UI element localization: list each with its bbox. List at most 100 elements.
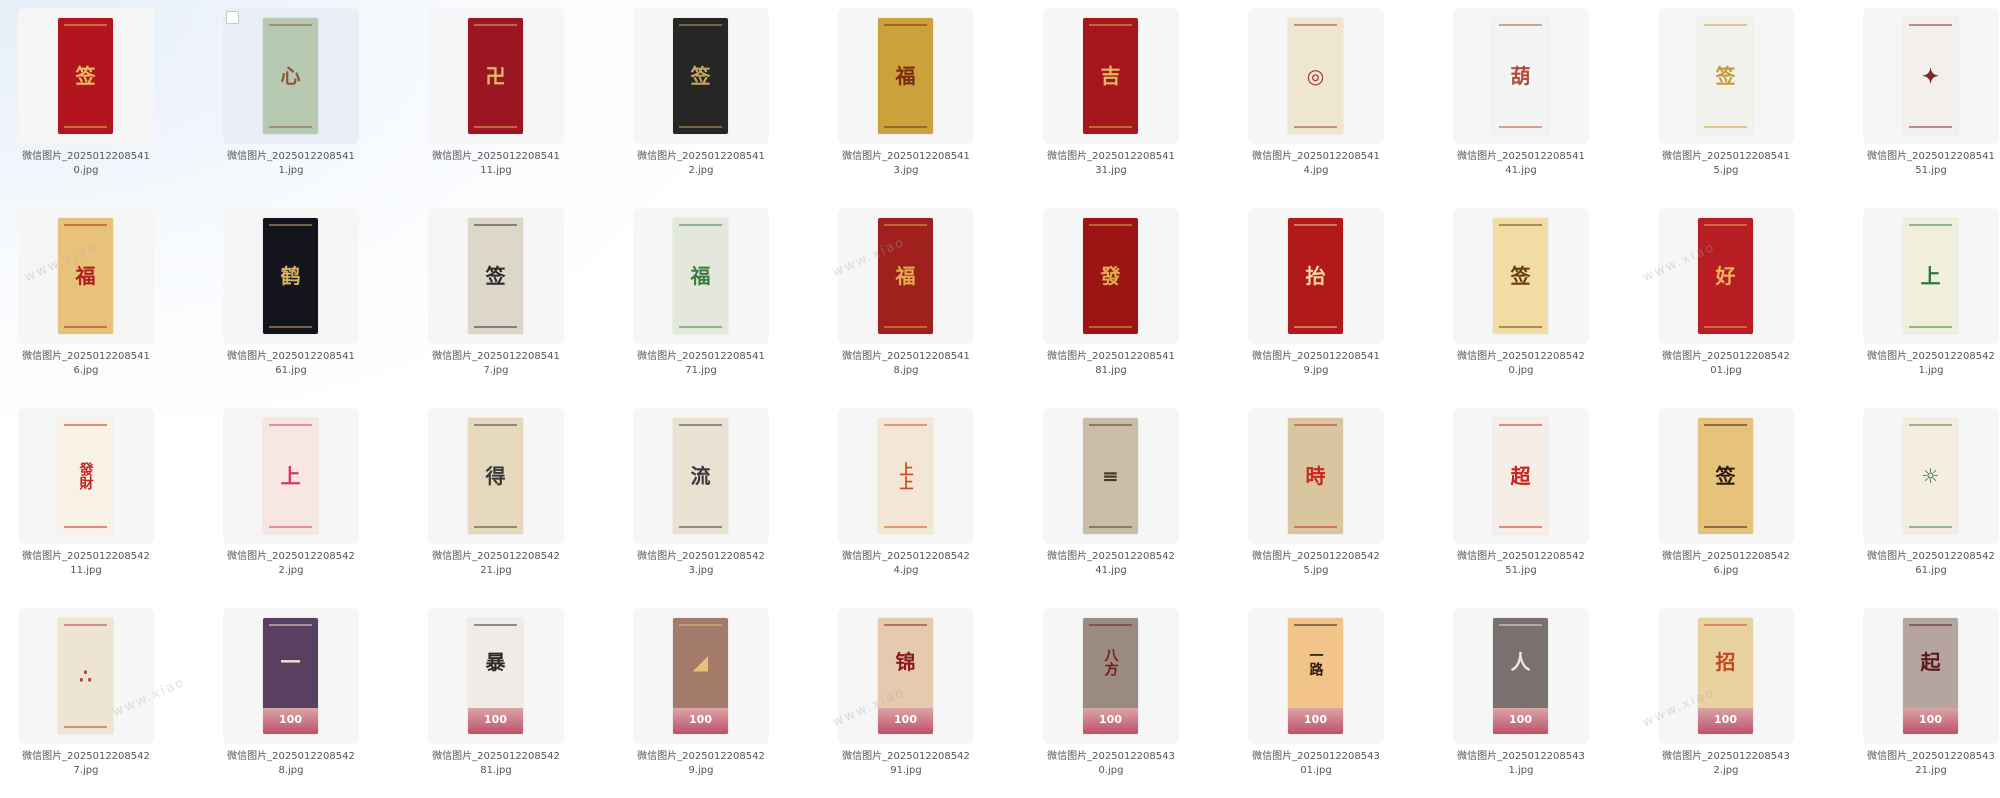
thumbnail-frame[interactable]: ≡ — [1043, 408, 1179, 544]
image-thumbnail[interactable]: 發 — [1083, 218, 1138, 334]
file-item[interactable]: 吉微信图片_202501220854131.jpg — [1043, 8, 1179, 198]
thumbnail-frame[interactable]: 签 — [428, 208, 564, 344]
select-checkbox[interactable] — [226, 11, 239, 24]
file-item[interactable]: 一 100 微信图片_20250122085428.jpg — [223, 608, 359, 798]
image-thumbnail[interactable]: 心 — [263, 18, 318, 134]
image-thumbnail[interactable]: 起 100 — [1903, 618, 1958, 734]
file-item[interactable]: ∴ 微信图片_20250122085427.jpg — [18, 608, 154, 798]
file-item[interactable]: 心微信图片_20250122085411.jpg — [223, 8, 359, 198]
thumbnail-frame[interactable]: 發 — [1043, 208, 1179, 344]
thumbnail-frame[interactable]: ∴ — [18, 608, 154, 744]
file-item[interactable]: 福微信图片_202501220854171.jpg — [633, 208, 769, 398]
file-item[interactable]: 時微信图片_20250122085425.jpg — [1248, 408, 1384, 598]
image-thumbnail[interactable]: 時 — [1288, 418, 1343, 534]
file-item[interactable]: 起 100 微信图片_202501220854321.jpg — [1863, 608, 1999, 798]
file-item[interactable]: 签微信图片_20250122085417.jpg — [428, 208, 564, 398]
file-item[interactable]: 好微信图片_202501220854201.jpg — [1658, 208, 1794, 398]
image-thumbnail[interactable]: 签 — [673, 18, 728, 134]
thumbnail-frame[interactable]: 得 — [428, 408, 564, 544]
thumbnail-frame[interactable]: 签 — [1453, 208, 1589, 344]
file-item[interactable]: 福微信图片_20250122085418.jpg — [838, 208, 974, 398]
file-item[interactable]: 人 100 微信图片_20250122085431.jpg — [1453, 608, 1589, 798]
image-thumbnail[interactable]: 得 — [468, 418, 523, 534]
image-thumbnail[interactable]: 签 — [1493, 218, 1548, 334]
thumbnail-frame[interactable]: 起 100 — [1863, 608, 1999, 744]
image-thumbnail[interactable]: 暴 100 — [468, 618, 523, 734]
thumbnail-frame[interactable]: 超 — [1453, 408, 1589, 544]
image-thumbnail[interactable]: 签 — [468, 218, 523, 334]
file-item[interactable]: 得微信图片_202501220854221.jpg — [428, 408, 564, 598]
image-thumbnail[interactable]: ≡ — [1083, 418, 1138, 534]
thumbnail-frame[interactable]: 上 — [223, 408, 359, 544]
file-item[interactable]: 發財 微信图片_202501220854211.jpg — [18, 408, 154, 598]
file-item[interactable]: 上微信图片_20250122085422.jpg — [223, 408, 359, 598]
file-item[interactable]: 签微信图片_20250122085426.jpg — [1658, 408, 1794, 598]
file-item[interactable]: 流微信图片_20250122085423.jpg — [633, 408, 769, 598]
thumbnail-frame[interactable]: 流 — [633, 408, 769, 544]
file-item[interactable]: 签微信图片_20250122085415.jpg — [1658, 8, 1794, 198]
thumbnail-frame[interactable]: 鹤 — [223, 208, 359, 344]
thumbnail-frame[interactable]: 抬 — [1248, 208, 1384, 344]
thumbnail-frame[interactable]: 暴 100 — [428, 608, 564, 744]
file-item[interactable]: 鹤微信图片_202501220854161.jpg — [223, 208, 359, 398]
thumbnail-frame[interactable]: 時 — [1248, 408, 1384, 544]
file-item[interactable]: ✦ 微信图片_202501220854151.jpg — [1863, 8, 1999, 198]
file-item[interactable]: 签微信图片_20250122085420.jpg — [1453, 208, 1589, 398]
image-thumbnail[interactable]: 上 — [1903, 218, 1958, 334]
thumbnail-frame[interactable]: 招 100 — [1658, 608, 1794, 744]
file-item[interactable]: 福微信图片_20250122085413.jpg — [838, 8, 974, 198]
file-item[interactable]: 葫微信图片_202501220854141.jpg — [1453, 8, 1589, 198]
thumbnail-frame[interactable]: 一 100 — [223, 608, 359, 744]
thumbnail-frame[interactable]: 好 — [1658, 208, 1794, 344]
thumbnail-frame[interactable]: 吉 — [1043, 8, 1179, 144]
file-item[interactable]: ◎ 微信图片_20250122085414.jpg — [1248, 8, 1384, 198]
thumbnail-frame[interactable]: 签 — [633, 8, 769, 144]
image-thumbnail[interactable]: 人 100 — [1493, 618, 1548, 734]
file-item[interactable]: 發微信图片_202501220854181.jpg — [1043, 208, 1179, 398]
image-thumbnail[interactable]: 福 — [878, 18, 933, 134]
thumbnail-frame[interactable]: ✦ — [1863, 8, 1999, 144]
file-item[interactable]: ☼ 微信图片_202501220854261.jpg — [1863, 408, 1999, 598]
file-item[interactable]: 八方 100 微信图片_20250122085430.jpg — [1043, 608, 1179, 798]
thumbnail-frame[interactable]: 签 — [1658, 8, 1794, 144]
file-item[interactable]: 福微信图片_20250122085416.jpg — [18, 208, 154, 398]
thumbnail-frame[interactable]: 八方 100 — [1043, 608, 1179, 744]
image-thumbnail[interactable]: 發財 — [58, 418, 113, 534]
thumbnail-frame[interactable]: 上 — [1863, 208, 1999, 344]
thumbnail-frame[interactable]: ◢ 100 — [633, 608, 769, 744]
image-thumbnail[interactable]: ◢ 100 — [673, 618, 728, 734]
thumbnail-frame[interactable]: 一路 100 — [1248, 608, 1384, 744]
image-thumbnail[interactable]: 签 — [1698, 18, 1753, 134]
thumbnail-frame[interactable]: 人 100 — [1453, 608, 1589, 744]
image-thumbnail[interactable]: 超 — [1493, 418, 1548, 534]
image-thumbnail[interactable]: 签 — [1698, 418, 1753, 534]
image-thumbnail[interactable]: 锦 100 — [878, 618, 933, 734]
file-item[interactable]: 一路 100 微信图片_202501220854301.jpg — [1248, 608, 1384, 798]
file-item[interactable]: 抬微信图片_20250122085419.jpg — [1248, 208, 1384, 398]
image-thumbnail[interactable]: 一 100 — [263, 618, 318, 734]
thumbnail-frame[interactable]: 發財 — [18, 408, 154, 544]
thumbnail-frame[interactable]: 福 — [838, 8, 974, 144]
thumbnail-frame[interactable]: 福 — [18, 208, 154, 344]
image-thumbnail[interactable]: 签 — [58, 18, 113, 134]
file-item[interactable]: ◢ 100 微信图片_20250122085429.jpg — [633, 608, 769, 798]
image-thumbnail[interactable]: 好 — [1698, 218, 1753, 334]
file-item[interactable]: 锦 100 微信图片_202501220854291.jpg — [838, 608, 974, 798]
thumbnail-frame[interactable]: 卍 — [428, 8, 564, 144]
image-thumbnail[interactable]: 葫 — [1493, 18, 1548, 134]
thumbnail-frame[interactable]: 福 — [838, 208, 974, 344]
image-thumbnail[interactable]: 上 — [263, 418, 318, 534]
image-thumbnail[interactable]: 上上 — [878, 418, 933, 534]
thumbnail-frame[interactable]: 上上 — [838, 408, 974, 544]
image-thumbnail[interactable]: 八方 100 — [1083, 618, 1138, 734]
image-thumbnail[interactable]: 福 — [878, 218, 933, 334]
file-item[interactable]: 签微信图片_20250122085410.jpg — [18, 8, 154, 198]
file-item[interactable]: 暴 100 微信图片_202501220854281.jpg — [428, 608, 564, 798]
thumbnail-frame[interactable]: 心 — [223, 8, 359, 144]
image-thumbnail[interactable]: ◎ — [1288, 18, 1343, 134]
image-thumbnail[interactable]: 卍 — [468, 18, 523, 134]
thumbnail-frame[interactable]: 葫 — [1453, 8, 1589, 144]
image-thumbnail[interactable]: 鹤 — [263, 218, 318, 334]
thumbnail-frame[interactable]: ☼ — [1863, 408, 1999, 544]
image-thumbnail[interactable]: 吉 — [1083, 18, 1138, 134]
